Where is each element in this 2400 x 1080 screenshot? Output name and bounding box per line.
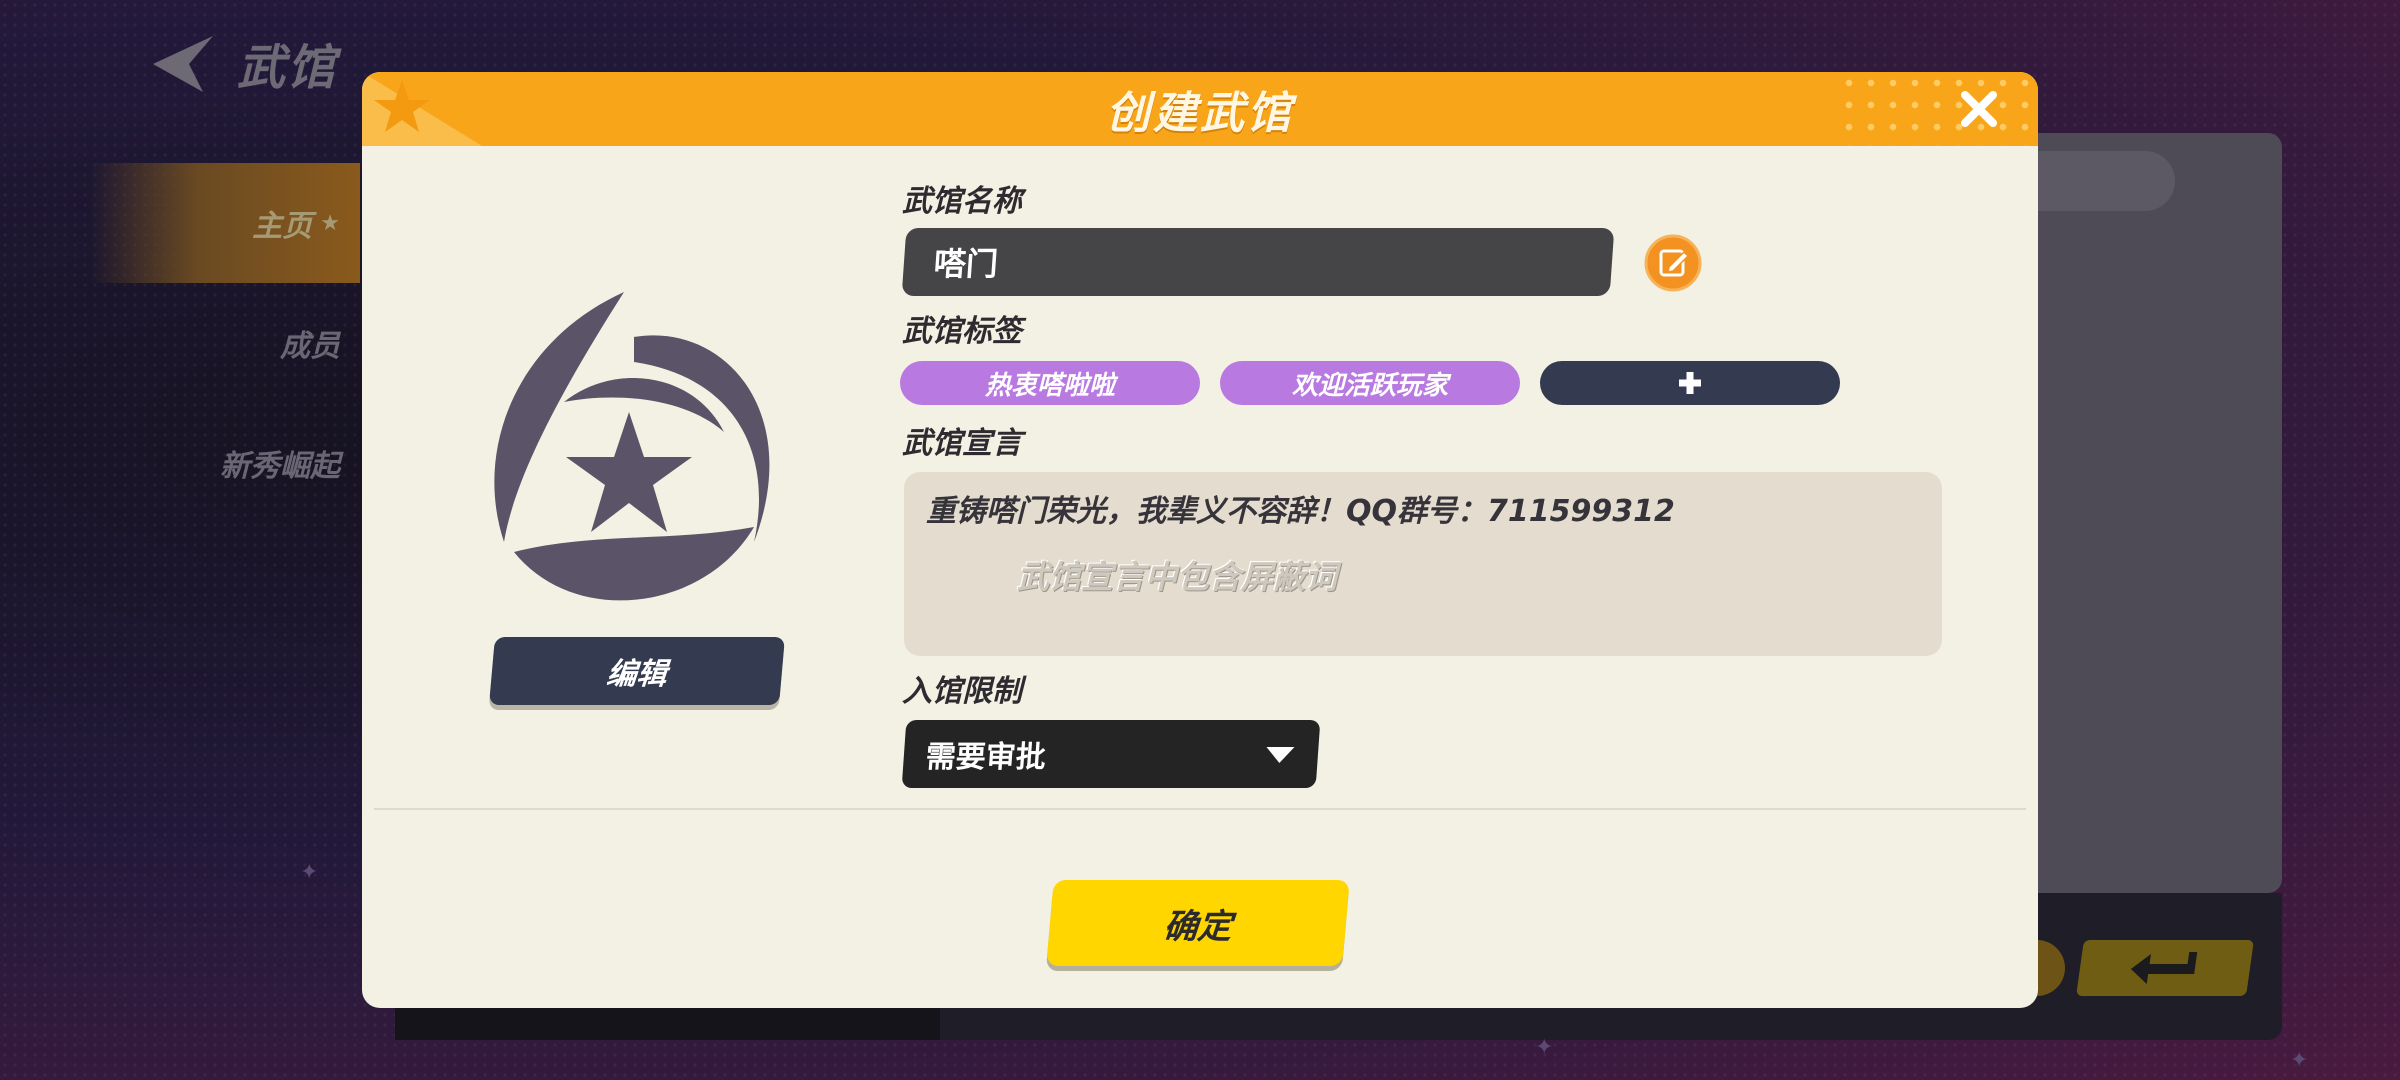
- guild-tag[interactable]: 热衷嗒啦啦: [900, 361, 1200, 405]
- nav-item-home[interactable]: 主页 ★: [90, 163, 360, 283]
- join-restriction-value: 需要审批: [924, 740, 1047, 775]
- guild-name-label: 武馆名称: [902, 184, 1022, 219]
- join-restriction-label: 入馆限制: [902, 674, 1022, 709]
- guild-emblem-icon: [494, 292, 770, 601]
- dialog-title: 创建武馆: [1106, 88, 1294, 139]
- edit-emblem-button[interactable]: 编辑: [489, 637, 785, 705]
- close-icon: [1961, 91, 1997, 127]
- dialog-header: 创建武馆: [362, 72, 2038, 146]
- star-icon: ★: [320, 210, 340, 236]
- add-tag-button[interactable]: [1540, 361, 1840, 405]
- sparkle-icon: ✦: [300, 860, 319, 885]
- guild-tag[interactable]: 欢迎活跃玩家: [1220, 361, 1520, 405]
- return-button[interactable]: [2076, 940, 2254, 996]
- guild-tags-label: 武馆标签: [902, 314, 1022, 349]
- page-title: 武馆: [237, 40, 338, 96]
- guild-manifesto-label: 武馆宣言: [902, 426, 1022, 461]
- header-star-decoration: [362, 72, 482, 146]
- chevron-down-icon: [1265, 747, 1295, 763]
- nav-item-members[interactable]: 成员: [90, 283, 360, 403]
- header-pattern-decoration: [1838, 72, 2038, 146]
- guild-manifesto-field[interactable]: 重铸嗒门荣光，我辈义不容辞！QQ群号：711599312 武馆宣言中包含屏蔽词: [904, 472, 1942, 656]
- guild-manifesto-text: 重铸嗒门荣光，我辈义不容辞！QQ群号：711599312: [926, 494, 1675, 529]
- side-nav: 主页 ★ 成员 新秀崛起: [90, 163, 360, 523]
- nav-item-rookies[interactable]: 新秀崛起: [90, 403, 360, 523]
- nav-item-label: 成员: [280, 329, 340, 364]
- nav-item-label: 主页: [252, 209, 313, 244]
- close-button[interactable]: [1956, 86, 2002, 132]
- pencil-icon[interactable]: [1644, 234, 1702, 292]
- back-arrow-icon[interactable]: [145, 32, 215, 94]
- create-guild-dialog: 创建武馆 编辑 武馆名称 嗒门 武馆标签 热衷嗒啦啦 欢迎活跃玩家 武馆宣言 重…: [362, 72, 2038, 1008]
- return-icon: [2130, 952, 2198, 984]
- sparkle-icon: ✦: [1535, 1035, 1554, 1060]
- dialog-divider: [374, 808, 2026, 810]
- plus-icon: [1679, 372, 1701, 394]
- nav-item-label: 新秀崛起: [220, 449, 340, 484]
- join-restriction-select[interactable]: 需要审批: [901, 720, 1321, 788]
- confirm-button[interactable]: 确定: [1046, 880, 1350, 966]
- guild-name-field[interactable]: 嗒门: [901, 228, 1615, 296]
- sparkle-icon: ✦: [2290, 1048, 2309, 1073]
- guild-name-value: 嗒门: [932, 245, 1000, 283]
- blocked-words-warning: 武馆宣言中包含屏蔽词: [1017, 558, 1338, 596]
- top-bar: 武馆: [145, 28, 337, 98]
